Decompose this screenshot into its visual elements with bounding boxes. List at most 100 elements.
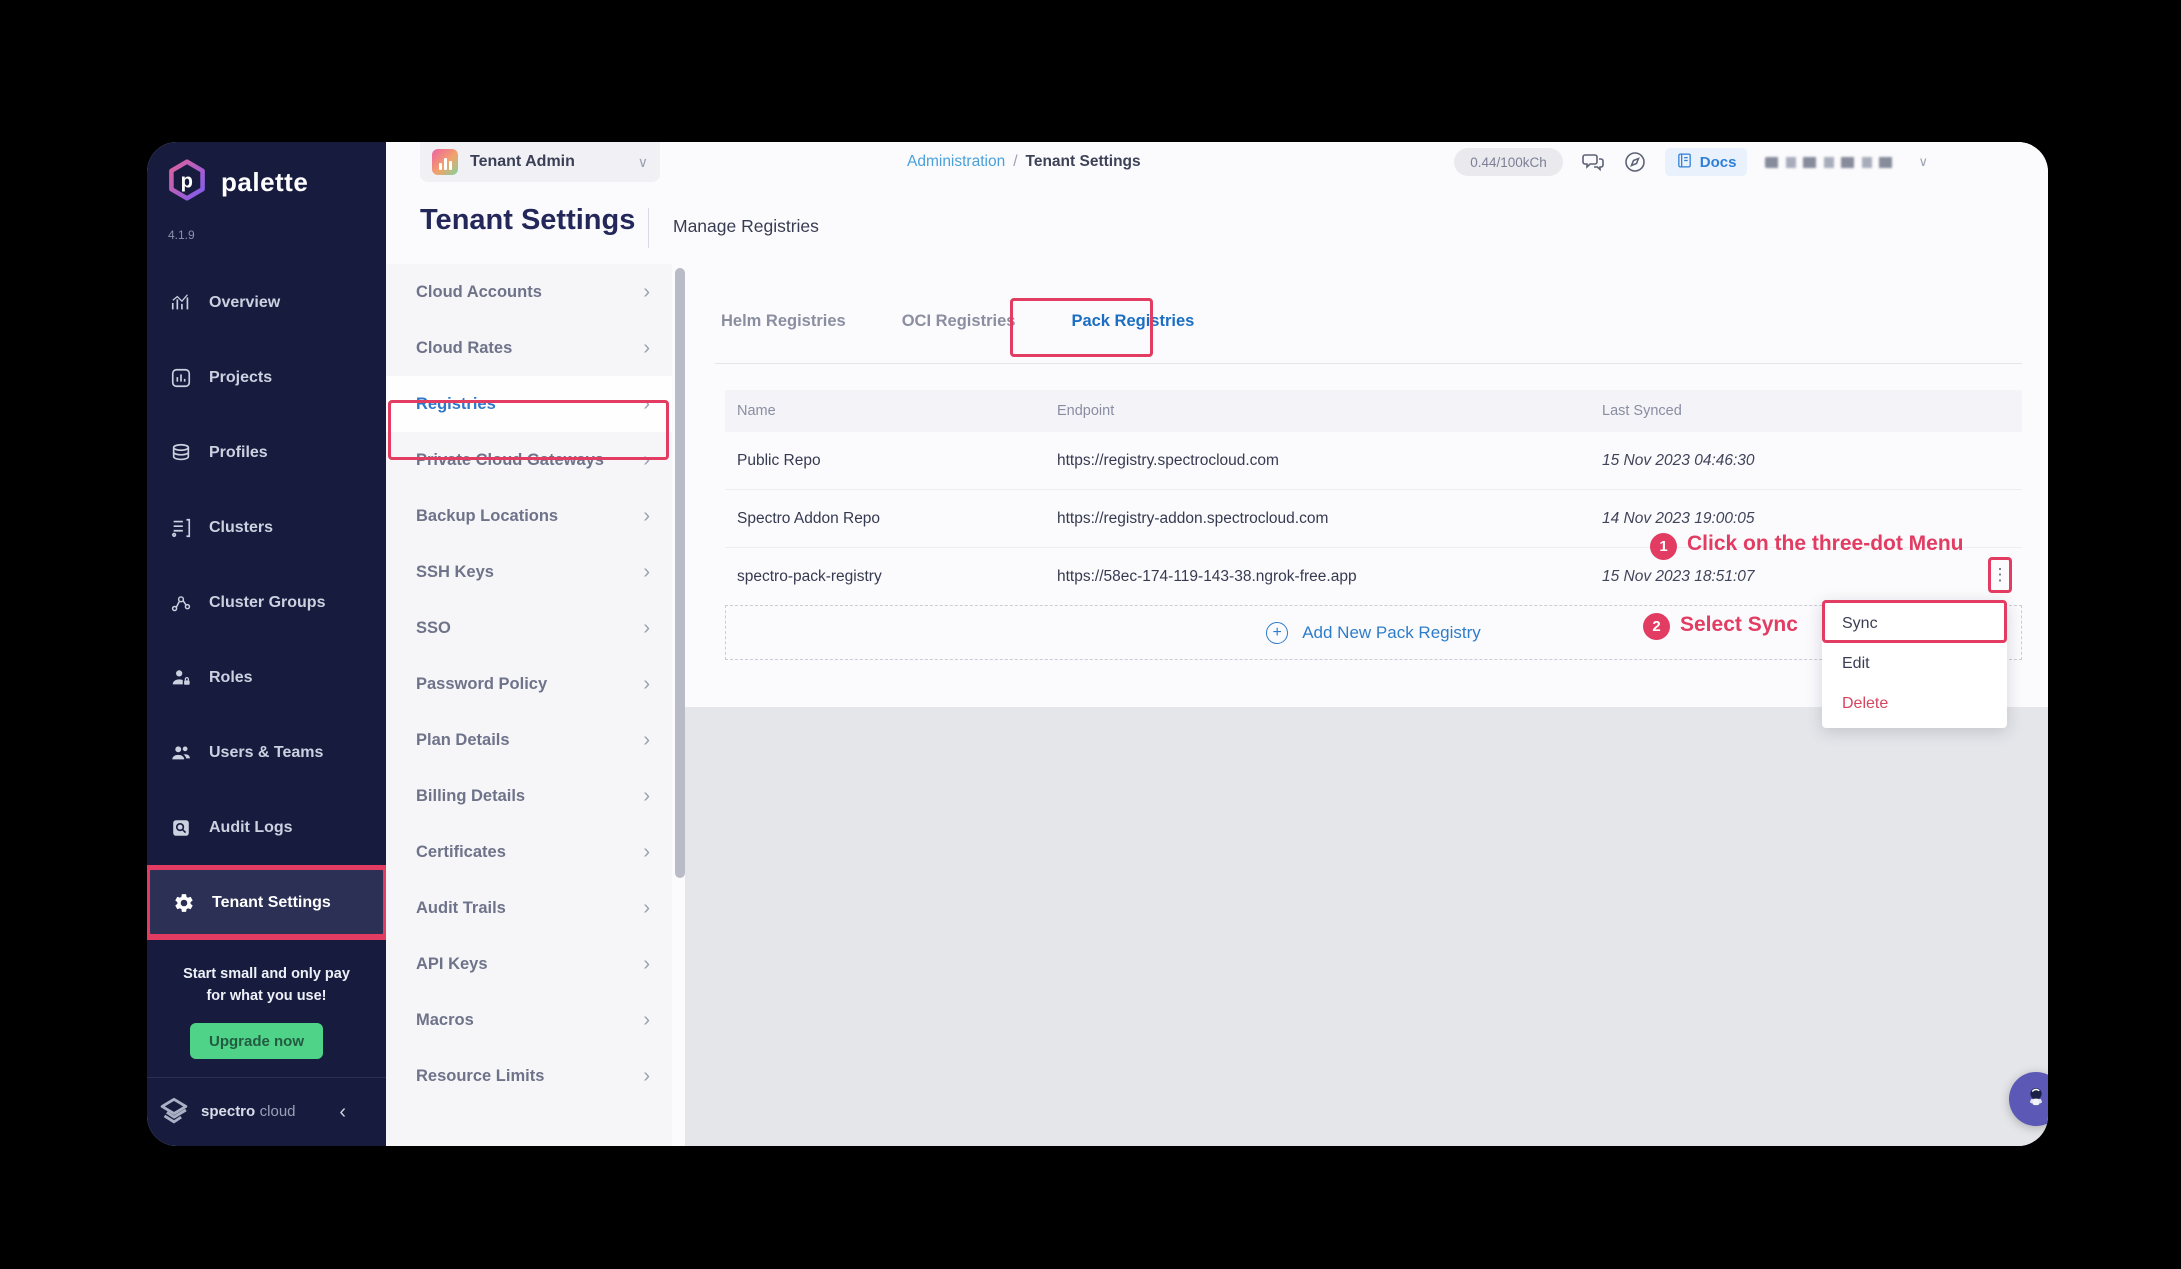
settings-nav-registries[interactable]: Registries›	[386, 376, 672, 432]
chevron-right-icon: ›	[643, 785, 650, 808]
sidebar-item-label: Roles	[209, 669, 253, 687]
settings-nav-label: Cloud Accounts	[416, 283, 643, 302]
book-icon	[1676, 152, 1693, 173]
registry-endpoint: https://58ec-174-119-143-38.ngrok-free.a…	[1057, 568, 1602, 586]
sidebar-item-label: Cluster Groups	[209, 594, 325, 612]
settings-nav-label: Certificates	[416, 843, 643, 862]
settings-nav-private-cloud-gateways[interactable]: Private Cloud Gateways›	[386, 432, 672, 488]
page-head-divider	[648, 208, 649, 248]
context-menu-delete[interactable]: Delete	[1822, 684, 2007, 724]
sidebar-item-cluster-groups[interactable]: Cluster Groups	[147, 565, 386, 640]
brand-name-light: cloud	[260, 1103, 296, 1120]
settings-nav-audit-trails[interactable]: Audit Trails›	[386, 880, 672, 936]
registry-last-synced: 14 Nov 2023 19:00:05	[1602, 510, 2022, 528]
table-row[interactable]: Public Repo https://registry.spectroclou…	[725, 432, 2022, 490]
tenant-scope-icon	[432, 149, 458, 175]
settings-nav-label: SSH Keys	[416, 563, 643, 582]
context-menu-sync[interactable]: Sync	[1822, 604, 2007, 644]
sidebar-item-clusters[interactable]: Clusters	[147, 490, 386, 565]
app-window: p palette 4.1.9 Overview	[147, 142, 2048, 1146]
settings-nav-label: Registries	[416, 395, 643, 414]
column-header-name: Name	[737, 403, 1057, 419]
sidebar-item-overview[interactable]: Overview	[147, 265, 386, 340]
tab-pack-registries[interactable]: Pack Registries	[1065, 302, 1200, 351]
chat-icon[interactable]	[1581, 150, 1605, 174]
collapse-sidebar-icon[interactable]: ‹	[339, 1101, 346, 1124]
sidebar-item-users-teams[interactable]: Users & Teams	[147, 715, 386, 790]
tab-helm-registries[interactable]: Helm Registries	[715, 302, 852, 351]
promo-text-line2: for what you use!	[147, 988, 386, 1004]
context-menu-edit[interactable]: Edit	[1822, 644, 2007, 684]
settings-nav-ssh-keys[interactable]: SSH Keys›	[386, 544, 672, 600]
settings-nav-label: Billing Details	[416, 787, 643, 806]
topbar: Tenant Admin ∨ Administration / Tenant S…	[386, 142, 2048, 190]
table-row[interactable]: spectro-pack-registry https://58ec-174-1…	[725, 548, 2022, 606]
sidebar-item-profiles[interactable]: Profiles	[147, 415, 386, 490]
settings-nav-label: Private Cloud Gateways	[416, 451, 643, 470]
settings-nav-sso[interactable]: SSO›	[386, 600, 672, 656]
settings-nav-label: API Keys	[416, 955, 643, 974]
upgrade-now-button[interactable]: Upgrade now	[190, 1023, 323, 1059]
chevron-right-icon: ›	[643, 617, 650, 640]
content-lower-background	[685, 707, 2048, 1146]
settings-nav-resource-limits[interactable]: Resource Limits›	[386, 1048, 672, 1104]
chevron-right-icon: ›	[643, 841, 650, 864]
chevron-right-icon: ›	[643, 561, 650, 584]
registry-endpoint: https://registry-addon.spectrocloud.com	[1057, 510, 1602, 528]
settings-nav-backup-locations[interactable]: Backup Locations›	[386, 488, 672, 544]
user-menu-caret-icon[interactable]: ∨	[1918, 154, 1928, 170]
settings-nav-label: Backup Locations	[416, 507, 643, 526]
column-header-last-synced: Last Synced	[1602, 403, 2022, 419]
settings-nav-label: Plan Details	[416, 731, 643, 750]
registry-name: spectro-pack-registry	[737, 568, 1057, 586]
sidebar-item-tenant-settings[interactable]: Tenant Settings	[147, 865, 386, 940]
docs-button[interactable]: Docs	[1665, 148, 1748, 176]
brand-name-bold: spectro	[201, 1103, 255, 1120]
page-subtitle: Manage Registries	[673, 216, 819, 237]
spectro-cloud-logo-icon	[155, 1091, 193, 1134]
settings-nav-label: SSO	[416, 619, 643, 638]
app-version: 4.1.9	[168, 228, 195, 242]
roles-icon	[169, 666, 193, 690]
column-header-endpoint: Endpoint	[1057, 403, 1602, 419]
settings-nav-cloud-accounts[interactable]: Cloud Accounts›	[386, 264, 672, 320]
scrollbar-thumb[interactable]	[675, 268, 685, 878]
tab-oci-registries[interactable]: OCI Registries	[896, 302, 1022, 351]
settings-nav-api-keys[interactable]: API Keys›	[386, 936, 672, 992]
page-title: Tenant Settings	[420, 204, 635, 237]
project-scope-selector[interactable]: Tenant Admin ∨	[420, 142, 660, 182]
audit-logs-icon	[169, 816, 193, 840]
app-name: palette	[221, 167, 308, 198]
three-dot-menu-button[interactable]: ⋮	[1990, 559, 2010, 591]
annotation-step1-text: Click on the three-dot Menu	[1687, 532, 1964, 556]
sidebar-item-roles[interactable]: Roles	[147, 640, 386, 715]
settings-nav-scrollbar[interactable]	[675, 264, 685, 1146]
palette-logo: p palette	[165, 158, 308, 207]
settings-nav-cloud-rates[interactable]: Cloud Rates›	[386, 320, 672, 376]
docs-button-label: Docs	[1700, 154, 1737, 171]
settings-nav-panel: Cloud Accounts› Cloud Rates› Registries›…	[386, 264, 672, 1146]
sidebar-item-projects[interactable]: Projects	[147, 340, 386, 415]
palette-logo-icon: p	[165, 158, 209, 207]
settings-nav-plan-details[interactable]: Plan Details›	[386, 712, 672, 768]
sidebar-item-audit-logs[interactable]: Audit Logs	[147, 790, 386, 865]
breadcrumb-administration-link[interactable]: Administration	[907, 153, 1005, 171]
settings-nav-certificates[interactable]: Certificates›	[386, 824, 672, 880]
settings-nav-password-policy[interactable]: Password Policy›	[386, 656, 672, 712]
registry-last-synced: 15 Nov 2023 18:51:07	[1602, 568, 2022, 586]
sidebar-item-label: Users & Teams	[209, 744, 323, 762]
profiles-icon	[169, 441, 193, 465]
compass-icon[interactable]	[1623, 150, 1647, 174]
projects-icon	[169, 366, 193, 390]
pack-registries-table: Name Endpoint Last Synced Public Repo ht…	[725, 390, 2022, 606]
settings-nav-billing-details[interactable]: Billing Details›	[386, 768, 672, 824]
sidebar-item-label: Tenant Settings	[212, 894, 331, 912]
overview-chart-icon	[169, 291, 193, 315]
screenshot-canvas: p palette 4.1.9 Overview	[0, 0, 2181, 1269]
registry-last-synced: 15 Nov 2023 04:46:30	[1602, 452, 2022, 470]
settings-nav-macros[interactable]: Macros›	[386, 992, 672, 1048]
registry-name: Spectro Addon Repo	[737, 510, 1057, 528]
sidebar: p palette 4.1.9 Overview	[147, 142, 386, 1146]
settings-nav-label: Macros	[416, 1011, 643, 1030]
chevron-right-icon: ›	[643, 729, 650, 752]
